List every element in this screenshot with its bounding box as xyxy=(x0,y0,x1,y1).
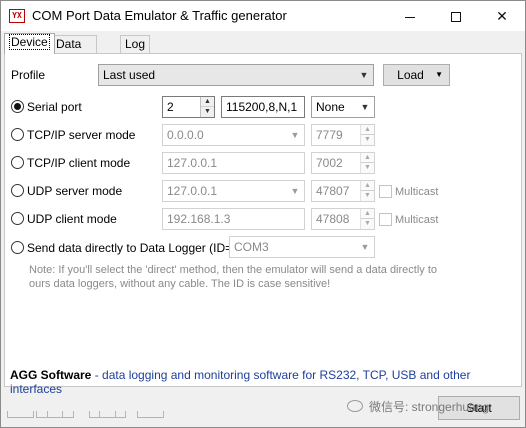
tcp-server-port-value: 7779 xyxy=(316,128,343,142)
serial-settings-input[interactable]: 115200,8,N,1 xyxy=(221,96,305,118)
tab-data-source[interactable]: Data source xyxy=(51,35,98,67)
tab-device[interactable]: Device xyxy=(4,33,55,54)
load-button-label: Load xyxy=(397,68,424,82)
spin-buttons[interactable]: ▲ ▼ xyxy=(360,153,374,173)
udp-client-port-stepper[interactable]: 47808 ▲ ▼ xyxy=(311,208,375,230)
serial-port-label: Serial port xyxy=(27,100,82,114)
udp-client-radio[interactable] xyxy=(11,212,24,225)
spin-up-icon[interactable]: ▲ xyxy=(361,181,374,191)
tcp-client-port-stepper[interactable]: 7002 ▲ ▼ xyxy=(311,152,375,174)
udp-client-address-input[interactable]: 192.168.1.3 xyxy=(162,208,305,230)
udp-server-address-value: 127.0.0.1 xyxy=(167,184,218,198)
tcp-client-address-input[interactable]: 127.0.0.1 xyxy=(162,152,305,174)
maximize-button[interactable] xyxy=(433,1,479,31)
status-segment xyxy=(7,411,34,418)
chevron-down-icon: ▼ xyxy=(360,102,370,112)
spin-up-icon[interactable]: ▲ xyxy=(201,97,214,107)
wechat-icon xyxy=(347,400,363,412)
tcp-client-port-value: 7002 xyxy=(316,156,343,170)
udp-client-label: UDP client mode xyxy=(27,212,117,226)
tcp-server-address-value: 0.0.0.0 xyxy=(167,128,204,142)
udp-server-multicast-label: Multicast xyxy=(395,186,439,198)
udp-client-port-value: 47808 xyxy=(316,212,350,226)
footer-brand: AGG Software xyxy=(10,368,92,382)
udp-server-address-select[interactable]: 127.0.0.1 ▼ xyxy=(162,180,305,202)
spin-down-icon[interactable]: ▼ xyxy=(361,135,374,145)
status-segment xyxy=(137,411,164,418)
minimize-icon xyxy=(405,16,415,18)
footer-banner[interactable]: AGG Software - data logging and monitori… xyxy=(10,368,525,396)
spin-buttons[interactable]: ▲ ▼ xyxy=(200,97,214,117)
status-segment xyxy=(99,411,126,418)
close-button[interactable]: ✕ xyxy=(479,1,525,31)
tcp-client-label: TCP/IP client mode xyxy=(27,156,131,170)
minimize-button[interactable] xyxy=(387,1,433,31)
app-icon: YX xyxy=(9,9,25,23)
title-bar: YX COM Port Data Emulator & Traffic gene… xyxy=(1,1,525,31)
close-icon: ✕ xyxy=(496,8,508,24)
udp-client-multicast-label: Multicast xyxy=(395,214,439,226)
flow-control-select[interactable]: None ▼ xyxy=(311,96,375,118)
spin-buttons[interactable]: ▲ ▼ xyxy=(360,209,374,229)
chevron-down-icon: ▼ xyxy=(359,70,369,80)
app-window: YX COM Port Data Emulator & Traffic gene… xyxy=(0,0,526,428)
maximize-icon xyxy=(451,12,461,23)
direct-logger-radio[interactable] xyxy=(11,241,24,254)
window-title: COM Port Data Emulator & Traffic generat… xyxy=(32,8,287,23)
tab-log[interactable]: Log xyxy=(120,35,151,53)
spin-buttons[interactable]: ▲ ▼ xyxy=(360,125,374,145)
spin-up-icon[interactable]: ▲ xyxy=(361,209,374,219)
watermark-text: 微信号: strongerhuang xyxy=(369,400,490,414)
serial-port-radio[interactable] xyxy=(11,100,24,113)
direct-method-note: Note: If you'll select the 'direct' meth… xyxy=(29,264,438,290)
udp-server-multicast-checkbox[interactable] xyxy=(379,185,392,198)
spin-buttons[interactable]: ▲ ▼ xyxy=(360,181,374,201)
udp-server-port-value: 47807 xyxy=(316,184,350,198)
watermark: 微信号: strongerhuang xyxy=(347,398,489,415)
spin-down-icon[interactable]: ▼ xyxy=(361,163,374,173)
profile-select-value: Last used xyxy=(103,68,156,82)
udp-server-label: UDP server mode xyxy=(27,184,123,198)
tcp-server-label: TCP/IP server mode xyxy=(27,128,136,142)
chevron-down-icon: ▼ xyxy=(290,186,300,196)
spin-down-icon[interactable]: ▼ xyxy=(201,107,214,117)
flow-control-value: None xyxy=(316,100,345,114)
tcp-server-radio[interactable] xyxy=(11,128,24,141)
direct-logger-value: COM3 xyxy=(234,240,269,254)
udp-client-multicast-checkbox[interactable] xyxy=(379,213,392,226)
status-segment xyxy=(47,411,74,418)
load-button[interactable]: Load ▼ xyxy=(383,64,450,86)
tcp-client-radio[interactable] xyxy=(11,156,24,169)
dropdown-arrow-icon: ▼ xyxy=(435,70,443,79)
udp-server-port-stepper[interactable]: 47807 ▲ ▼ xyxy=(311,180,375,202)
udp-server-radio[interactable] xyxy=(11,184,24,197)
profile-select[interactable]: Last used ▼ xyxy=(98,64,374,86)
direct-logger-select[interactable]: COM3 ▼ xyxy=(229,236,375,258)
serial-port-number-value: 2 xyxy=(167,100,174,114)
profile-label: Profile xyxy=(11,68,46,82)
spin-down-icon[interactable]: ▼ xyxy=(361,191,374,201)
spin-up-icon[interactable]: ▲ xyxy=(361,153,374,163)
device-panel: Profile Last used ▼ Load ▼ Serial port 2… xyxy=(4,53,522,387)
chevron-down-icon: ▼ xyxy=(360,242,370,252)
spin-down-icon[interactable]: ▼ xyxy=(361,219,374,229)
direct-logger-label: Send data directly to Data Logger (ID=) xyxy=(27,241,237,255)
tcp-server-address-select[interactable]: 0.0.0.0 ▼ xyxy=(162,124,305,146)
tcp-server-port-stepper[interactable]: 7779 ▲ ▼ xyxy=(311,124,375,146)
serial-port-number-stepper[interactable]: 2 ▲ ▼ xyxy=(162,96,215,118)
chevron-down-icon: ▼ xyxy=(290,130,300,140)
spin-up-icon[interactable]: ▲ xyxy=(361,125,374,135)
